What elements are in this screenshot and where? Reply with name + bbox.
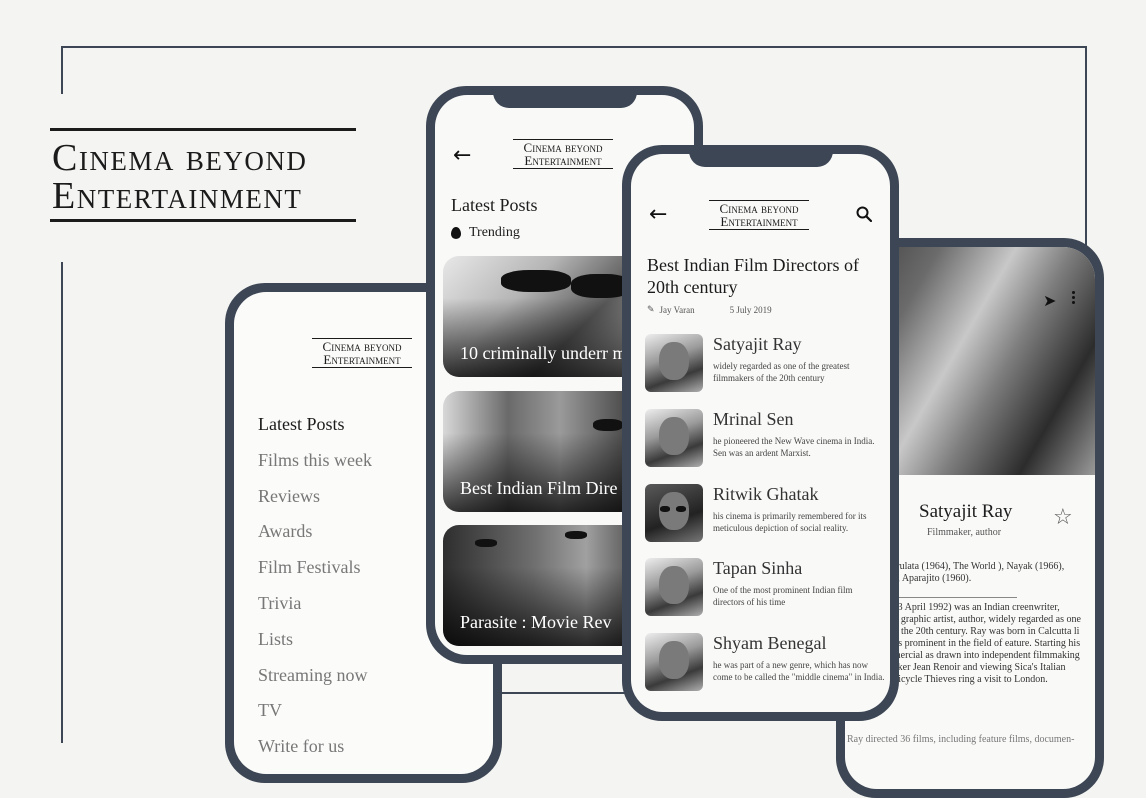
director-photo — [645, 484, 703, 542]
director-item[interactable]: Tapan Sinha One of the most prominent In… — [645, 558, 885, 620]
frame-line-left-lower — [61, 262, 63, 743]
star-icon[interactable]: ☆ — [1053, 505, 1073, 530]
director-photo — [645, 633, 703, 691]
share-icon[interactable]: ➤ — [1043, 291, 1056, 310]
director-desc: widely regarded as one of the greatest f… — [713, 361, 850, 383]
article-author[interactable]: Jay Varan — [660, 305, 695, 315]
search-icon[interactable] — [856, 206, 872, 222]
director-item[interactable]: Ritwik Ghatak his cinema is primarily re… — [645, 484, 885, 546]
menu-item-reviews[interactable]: Reviews — [258, 479, 372, 515]
menu-item-latest-posts[interactable]: Latest Posts — [258, 407, 372, 443]
director-name: Satyajit Ray — [713, 334, 802, 354]
menu-item-awards[interactable]: Awards — [258, 514, 372, 550]
director-name: Mrinal Sen — [713, 409, 794, 429]
phone-article: ← Cinema beyond Entertainment Best India… — [622, 145, 899, 721]
director-desc: he was part of a new genre, which has no… — [713, 660, 885, 682]
trending-filter[interactable]: Trending — [451, 225, 520, 241]
app-logo-line-2: Entertainment — [720, 214, 798, 229]
profile-role: Filmmaker, author — [927, 527, 1002, 538]
menu-item-write-for-us[interactable]: Write for us — [258, 729, 372, 765]
app-logo[interactable]: Cinema beyond Entertainment — [709, 200, 809, 230]
brand-line-2: Entertainment — [52, 175, 303, 217]
frame-line-left-upper — [61, 46, 63, 94]
card-image-detail — [593, 419, 623, 431]
app-logo-line-2: Entertainment — [323, 352, 401, 367]
director-desc: he pioneered the New Wave cinema in Indi… — [713, 436, 875, 458]
director-desc: his cinema is primarily remembered for i… — [713, 511, 867, 533]
article-screen: ← Cinema beyond Entertainment Best India… — [631, 154, 890, 712]
trending-label: Trending — [469, 225, 520, 240]
app-logo-line-2: Entertainment — [524, 153, 602, 168]
profile-name: Satyajit Ray — [919, 501, 1013, 522]
card-image-detail — [501, 270, 571, 292]
brand-line-1: Cinema beyond — [52, 137, 308, 179]
flame-icon — [451, 227, 461, 239]
director-photo — [645, 409, 703, 467]
back-arrow-icon[interactable]: ← — [649, 202, 667, 227]
menu-item-lists[interactable]: Lists — [258, 622, 372, 658]
menu-item-films-this-week[interactable]: Films this week — [258, 443, 372, 479]
more-options-icon[interactable] — [1072, 291, 1076, 306]
menu-item-film-festivals[interactable]: Film Festivals — [258, 550, 372, 586]
nav-menu: Latest Posts Films this week Reviews Awa… — [258, 407, 372, 765]
phone-notch — [688, 145, 833, 167]
brand-logo: Cinema beyond Entertainment — [50, 128, 356, 222]
card-image-detail — [475, 539, 497, 547]
section-title: Latest Posts — [451, 195, 538, 215]
brand-rule-top — [50, 128, 356, 131]
menu-item-trivia[interactable]: Trivia — [258, 586, 372, 622]
article-date: 5 July 2019 — [729, 304, 772, 315]
card-image-detail — [565, 531, 587, 539]
menu-item-streaming-now[interactable]: Streaming now — [258, 658, 372, 694]
brand-rule-bottom — [50, 219, 356, 222]
director-name: Tapan Sinha — [713, 558, 803, 578]
article-meta: ✎ Jay Varan 5 July 2019 — [647, 304, 772, 315]
back-arrow-icon[interactable]: ← — [453, 143, 471, 168]
director-item[interactable]: Mrinal Sen he pioneered the New Wave cin… — [645, 409, 885, 471]
frame-line-top — [61, 46, 1087, 48]
director-photo — [645, 334, 703, 392]
director-item[interactable]: Shyam Benegal he was part of a new genre… — [645, 633, 885, 695]
frame-line-mid-horizontal — [498, 692, 638, 694]
app-logo[interactable]: Cinema beyond Entertainment — [513, 139, 613, 169]
menu-item-tv[interactable]: TV — [258, 693, 372, 729]
pencil-icon: ✎ — [647, 304, 655, 314]
director-name: Ritwik Ghatak — [713, 484, 819, 504]
director-photo — [645, 558, 703, 616]
app-logo[interactable]: Cinema beyond Entertainment — [312, 338, 412, 368]
director-desc: One of the most prominent Indian film di… — [713, 585, 853, 607]
article-title: Best Indian Film Directors of 20th centu… — [647, 255, 859, 297]
frame-line-right — [1085, 46, 1087, 261]
profile-bio-continued: Ray directed 36 films, including feature… — [847, 734, 1075, 745]
phone-notch — [492, 86, 637, 108]
profile-divider — [899, 597, 1017, 598]
director-item[interactable]: Satyajit Ray widely regarded as one of t… — [645, 334, 885, 396]
director-name: Shyam Benegal — [713, 633, 827, 653]
